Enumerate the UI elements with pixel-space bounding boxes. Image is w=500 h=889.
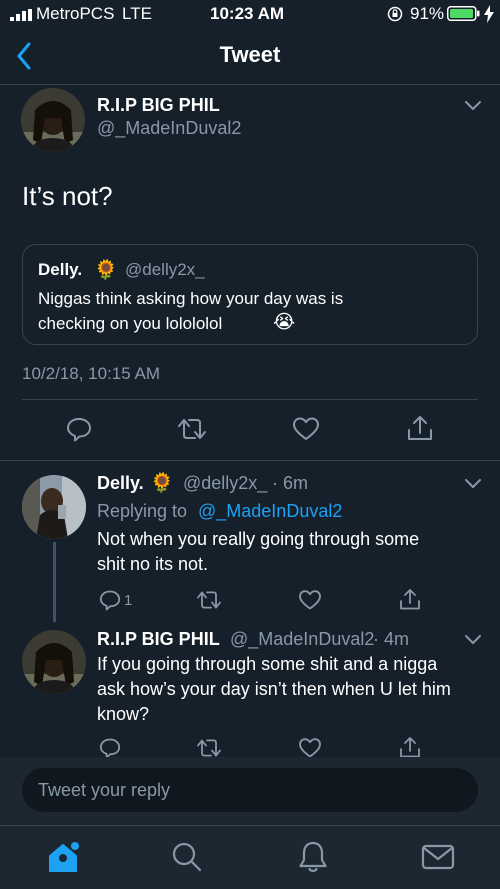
quoted-tweet[interactable]: Delly. 🌻 @delly2x_ Niggas think asking h… — [22, 244, 478, 345]
quote-author-name: Delly. — [38, 260, 83, 279]
tweet-age: · 4m — [373, 629, 409, 649]
reply-text-line1: If you going through some shit and a nig… — [97, 654, 438, 674]
orientation-lock-icon — [387, 6, 403, 22]
chevron-down-icon[interactable] — [464, 100, 482, 112]
battery-percent: 91% — [410, 4, 445, 23]
share-icon[interactable] — [406, 414, 434, 442]
like-icon[interactable] — [298, 737, 322, 759]
chevron-down-icon[interactable] — [464, 478, 482, 490]
chevron-down-icon[interactable] — [464, 634, 482, 646]
tab-bar — [0, 825, 500, 889]
reply-text-line2: shit no its not. — [97, 554, 209, 574]
divider — [22, 399, 478, 400]
replying-to-handle[interactable]: @_MadeInDuval2 — [198, 501, 342, 522]
avatar[interactable] — [22, 475, 86, 539]
status-bar: MetroPCS LTE 10:23 AM 91% — [0, 0, 500, 28]
share-icon[interactable] — [398, 735, 422, 759]
replying-to-label: Replying to — [97, 501, 188, 521]
quote-text-line2: checking on you lolololol — [38, 314, 223, 333]
author-handle[interactable]: @_MadeInDuval2 — [230, 629, 374, 650]
author-name[interactable]: R.I.P BIG PHIL — [97, 629, 220, 650]
network-label: LTE — [122, 4, 152, 23]
author-handle[interactable]: @delly2x_ — [183, 473, 267, 494]
retweet-icon[interactable] — [195, 589, 223, 611]
thread-line — [53, 542, 56, 622]
reply-text-line3: know? — [97, 704, 150, 724]
reply-icon[interactable] — [99, 737, 121, 759]
avatar[interactable] — [21, 88, 85, 152]
sunflower-emoji: 🌻 — [94, 260, 118, 281]
tweet-age: · 6m — [272, 473, 308, 493]
reply-count: 1 — [124, 592, 133, 609]
reply-input[interactable] — [22, 768, 478, 812]
sunflower-emoji: 🌻 — [150, 473, 174, 494]
quote-author-handle: @delly2x_ — [125, 260, 205, 279]
crying-emoji: 😭 — [273, 312, 296, 333]
clock: 10:23 AM — [210, 4, 285, 23]
tweet-timestamp: 10/2/18, 10:15 AM — [22, 364, 160, 383]
reply-composer — [0, 757, 500, 825]
page-title: Tweet — [219, 42, 281, 67]
quote-text-line1: Niggas think asking how your day was is — [38, 289, 344, 308]
author-name[interactable]: Delly. — [97, 473, 144, 494]
signal-icon — [10, 9, 32, 21]
home-icon[interactable] — [46, 840, 80, 874]
charging-bolt-icon — [484, 5, 494, 23]
like-icon[interactable] — [298, 589, 322, 611]
tweet-text: It’s not? — [22, 181, 113, 211]
reply-icon[interactable] — [99, 589, 121, 611]
navigation-bar: Tweet — [0, 28, 500, 85]
avatar[interactable] — [22, 630, 86, 694]
author-name[interactable]: R.I.P BIG PHIL — [97, 95, 220, 116]
author-handle[interactable]: @_MadeInDuval2 — [97, 118, 241, 139]
divider — [0, 460, 500, 461]
messages-icon[interactable] — [421, 843, 455, 871]
retweet-icon[interactable] — [176, 416, 208, 442]
share-icon[interactable] — [398, 587, 422, 611]
like-icon[interactable] — [292, 416, 320, 442]
reply-text-line1: Not when you really going through some — [97, 529, 420, 549]
reply-text-line2: ask how’s your day isn’t then when U let… — [97, 679, 451, 699]
reply-icon[interactable] — [66, 416, 92, 442]
retweet-icon[interactable] — [195, 737, 223, 759]
battery-icon — [447, 6, 480, 21]
carrier-label: MetroPCS — [36, 4, 115, 23]
search-icon[interactable] — [171, 841, 203, 873]
notifications-icon[interactable] — [297, 840, 329, 874]
